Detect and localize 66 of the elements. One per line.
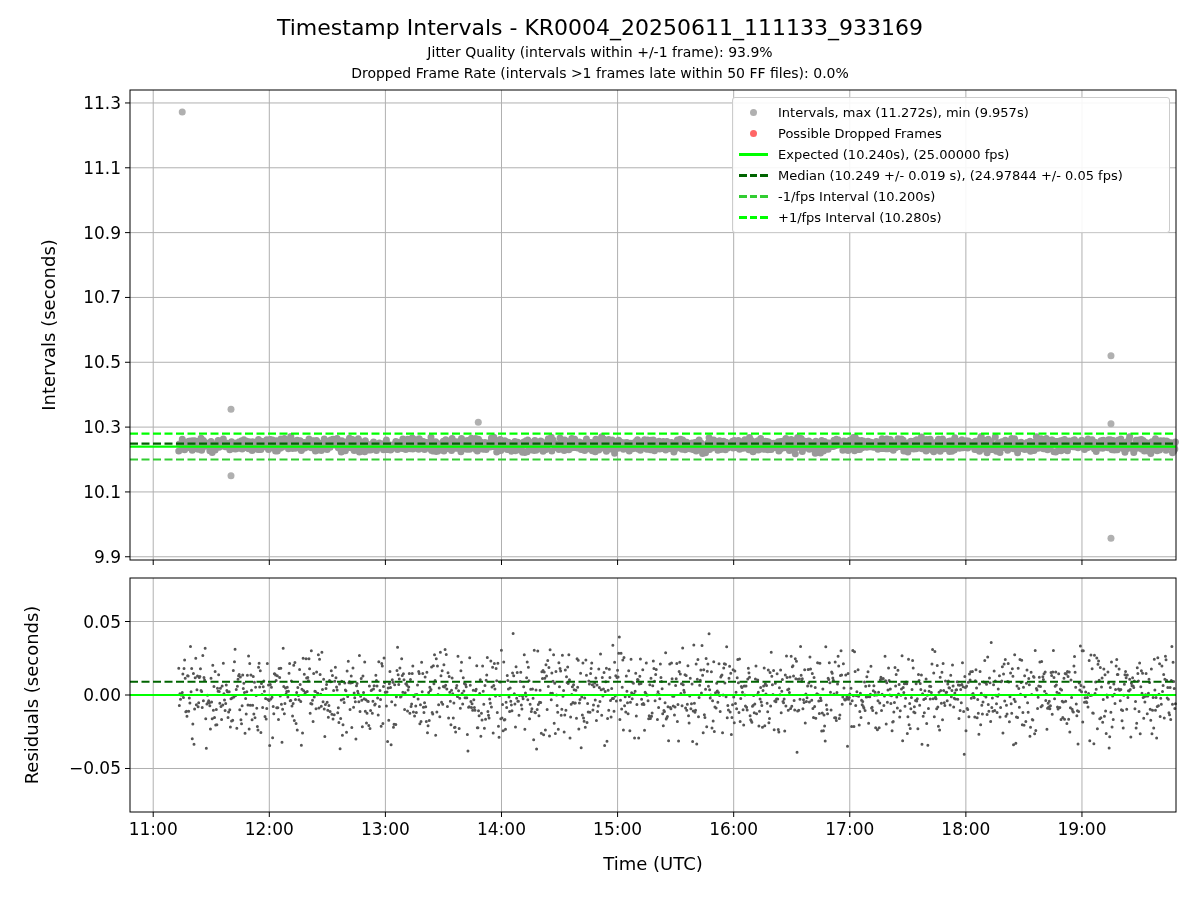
tick-mark: [152, 811, 154, 818]
tick-mark: [268, 559, 270, 566]
tick-label: 12:00: [244, 819, 294, 839]
tick-label: 9.9: [93, 546, 121, 567]
data-point: [1107, 352, 1115, 360]
tick-label: 11.1: [83, 157, 121, 178]
legend-label: Median (10.249 +/- 0.019 s), (24.97844 +/- 0.05 fps): [778, 166, 1123, 185]
tick-mark: [617, 811, 619, 818]
tick-mark: [124, 768, 131, 769]
tick-mark: [617, 559, 619, 566]
legend-label: +1/fps Interval (10.280s): [778, 208, 942, 227]
tick-mark: [152, 559, 154, 566]
tick-label: 10.3: [83, 417, 121, 438]
tick-label: 0.00: [83, 685, 121, 705]
tick-mark: [124, 426, 131, 428]
tick-mark: [849, 811, 851, 818]
tick-label: 16:00: [709, 819, 759, 839]
data-point: [227, 405, 235, 413]
tick-label: 13:00: [360, 819, 410, 839]
tick-mark: [124, 296, 131, 298]
tick-mark: [384, 811, 386, 818]
axis-label: Time (UTC): [603, 853, 703, 874]
axis-label: Residuals (seconds): [21, 605, 42, 785]
legend-label: Expected (10.240s), (25.00000 fps): [778, 145, 1010, 164]
data-point: [1107, 534, 1115, 542]
tick-label: 0.05: [83, 611, 121, 632]
tick-label: −0.05: [68, 758, 121, 779]
tick-mark: [965, 811, 967, 818]
tick-mark: [849, 559, 851, 566]
tick-mark: [268, 811, 270, 818]
tick-mark: [501, 811, 502, 818]
tick-label: 18:00: [941, 819, 991, 839]
tick-mark: [124, 361, 131, 363]
tick-mark: [124, 621, 131, 622]
tick-mark: [1081, 811, 1083, 818]
chart-subtitle: Dropped Frame Rate (intervals >1 frames late within 50 FF files): 0.0%: [351, 64, 849, 83]
chart-title: Timestamp Intervals - KR0004_20250611_111133_933169: [276, 14, 924, 42]
data-point: [178, 108, 186, 116]
tick-mark: [124, 232, 131, 234]
tick-label: 15:00: [593, 819, 643, 839]
tick-mark: [124, 556, 131, 558]
tick-label: 14:00: [477, 819, 526, 839]
tick-label: 10.9: [83, 222, 121, 243]
tick-mark: [124, 102, 131, 104]
tick-mark: [733, 559, 735, 566]
tick-label: 10.7: [83, 287, 121, 308]
data-point: [227, 472, 235, 480]
tick-label: 19:00: [1057, 819, 1107, 839]
tick-label: 17:00: [825, 819, 875, 839]
chart-subtitle: Jitter Quality (intervals within +/-1 frame): 93.9%: [427, 43, 773, 62]
legend-label: Intervals, max (11.272s), min (9.957s): [778, 103, 1029, 122]
tick-mark: [965, 559, 967, 566]
tick-label: 11:00: [128, 819, 178, 839]
tick-mark: [124, 167, 131, 169]
tick-mark: [733, 811, 735, 818]
tick-mark: [124, 491, 131, 493]
tick-mark: [501, 559, 502, 566]
tick-label: 11.3: [83, 92, 121, 113]
tick-mark: [1081, 559, 1083, 566]
tick-label: 10.1: [83, 481, 121, 502]
axis-label: Intervals (seconds): [38, 239, 59, 411]
legend-label: -1/fps Interval (10.200s): [778, 187, 936, 206]
legend-label: Possible Dropped Frames: [778, 124, 942, 143]
tick-mark: [384, 559, 386, 566]
tick-mark: [124, 694, 131, 696]
tick-label: 10.5: [83, 352, 121, 373]
